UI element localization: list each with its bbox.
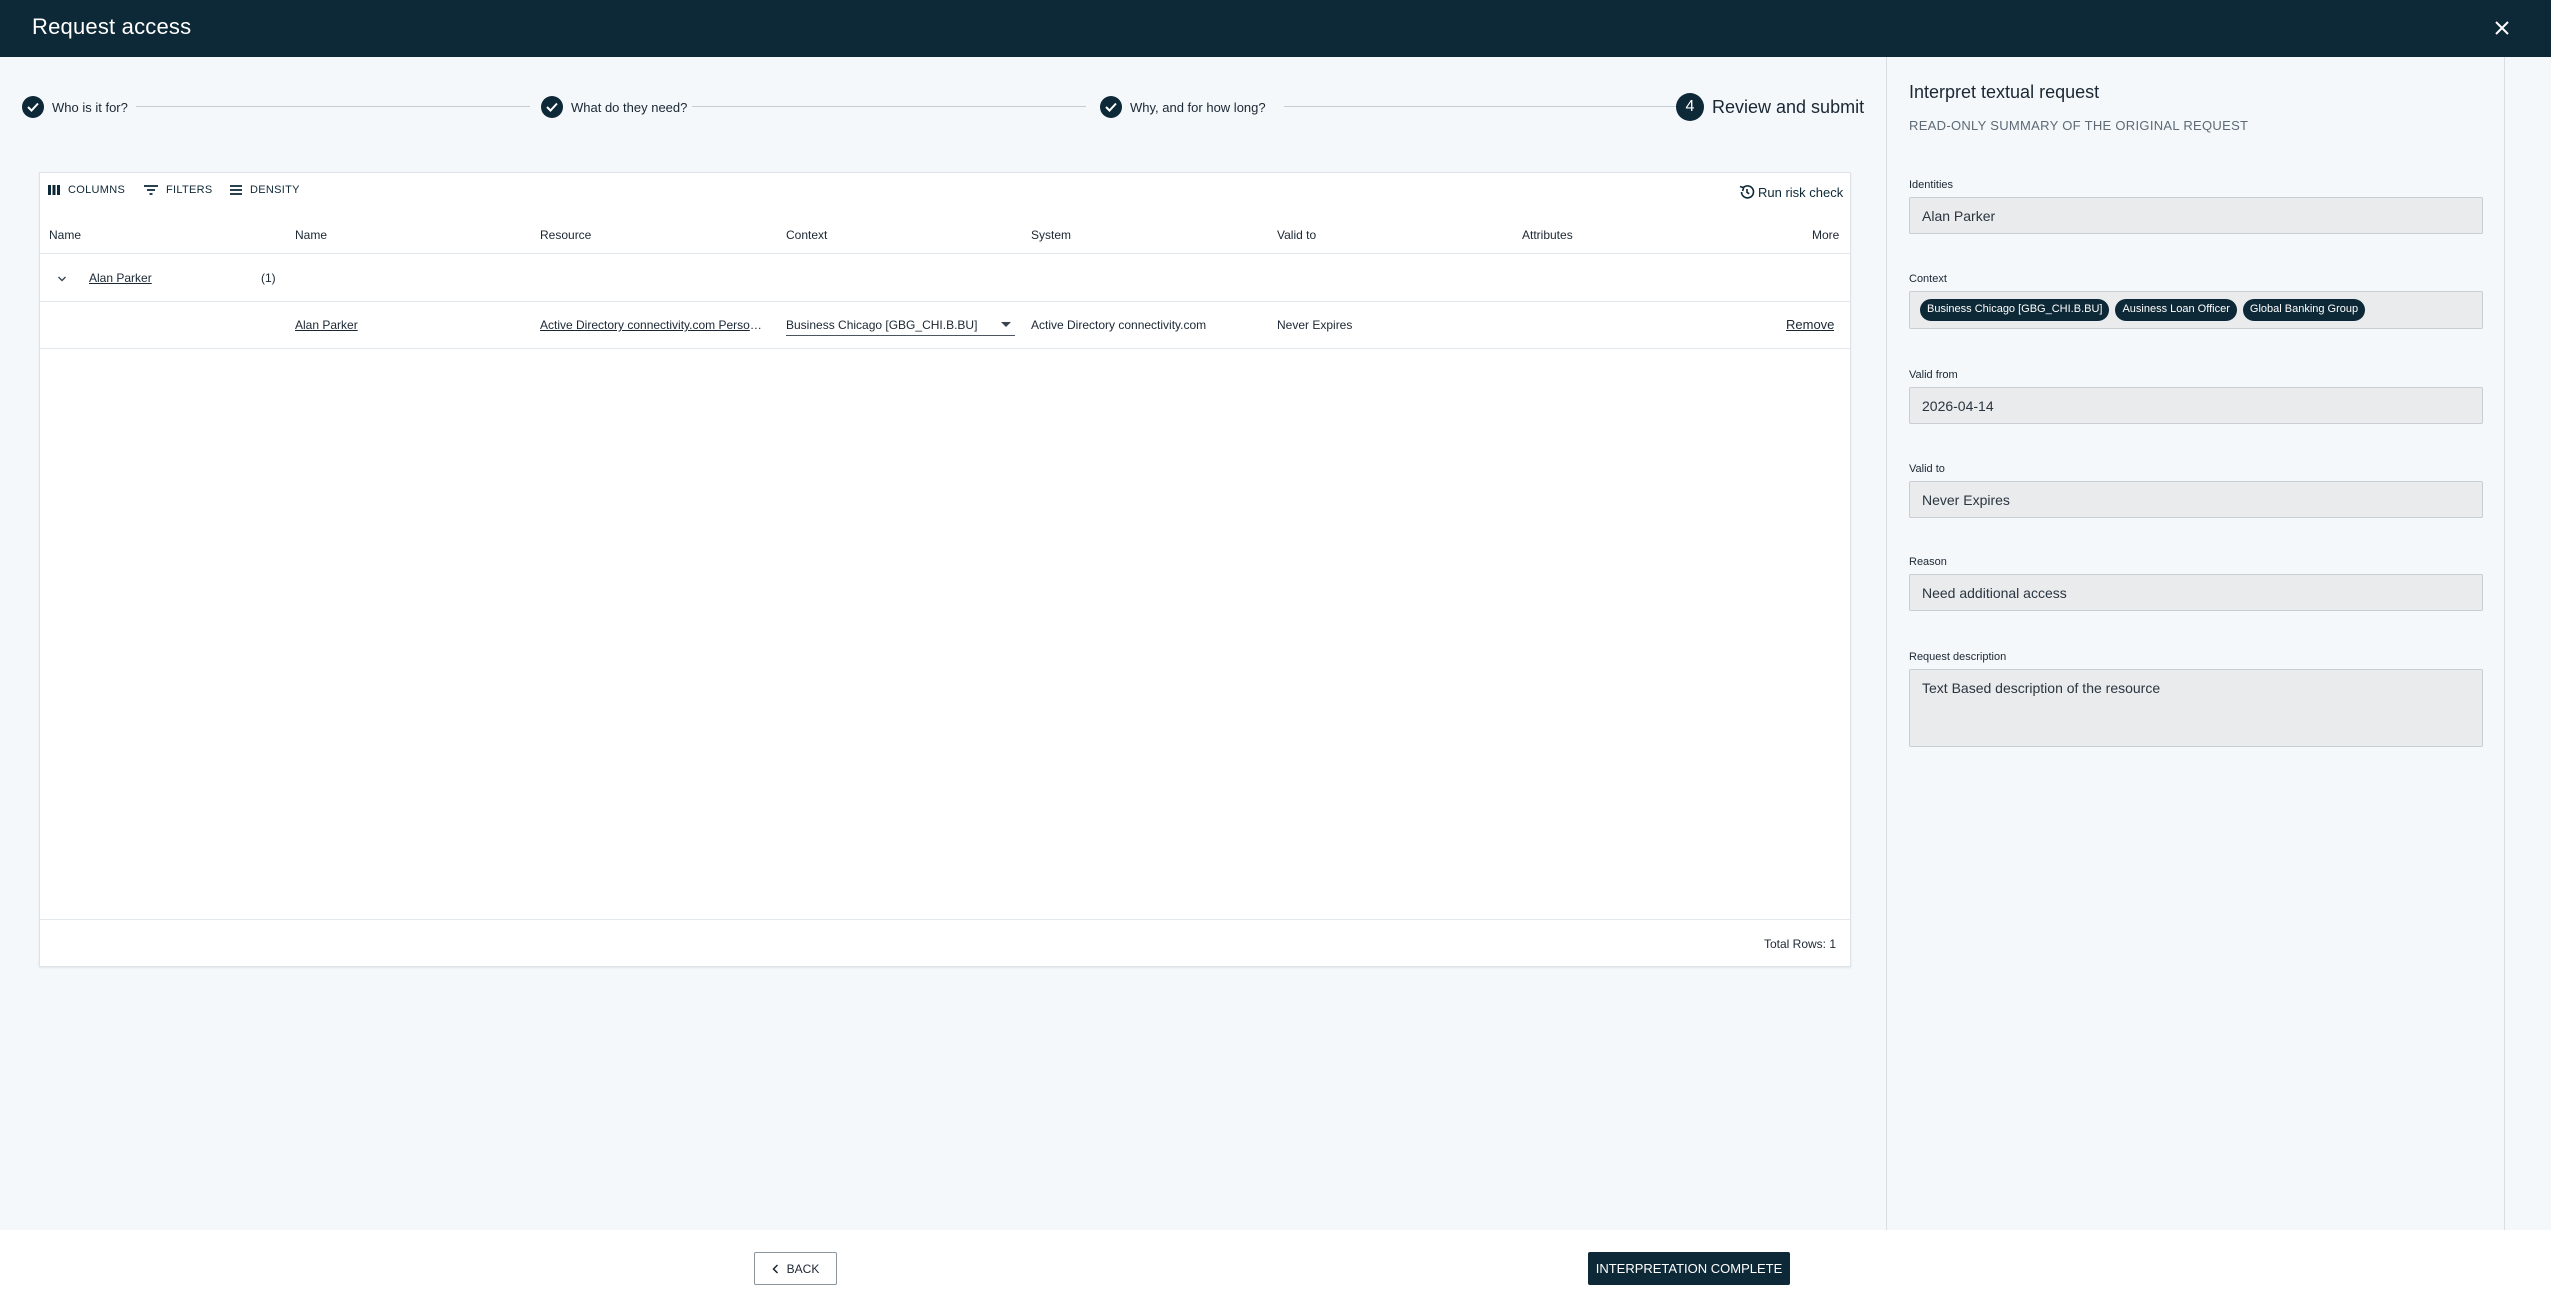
filters-button[interactable]: FILTERS — [144, 184, 213, 196]
step-review[interactable]: 4 Review and submit — [1676, 87, 1864, 127]
request-grid: COLUMNS FILTERS DENSITY Run risk check N… — [39, 172, 1851, 967]
panel-subtitle: READ-ONLY SUMMARY OF THE ORIGINAL REQUES… — [1909, 118, 2249, 133]
column-header-context[interactable]: Context — [786, 228, 827, 242]
total-rows: Total Rows: 1 — [1763, 937, 1836, 951]
chevron-down-icon[interactable] — [57, 272, 67, 286]
column-header-name[interactable]: Name — [49, 228, 81, 242]
close-icon[interactable] — [2488, 14, 2516, 42]
panel-title: Interpret textual request — [1909, 82, 2100, 102]
page-title: Request access — [32, 14, 192, 39]
step-label: Who is it for? — [52, 99, 128, 115]
back-button[interactable]: BACK — [754, 1252, 837, 1285]
check-icon — [22, 96, 44, 118]
group-count: (1) — [261, 271, 276, 285]
chevron-left-icon — [772, 1263, 778, 1274]
context-field: Business Chicago [GBG_CHI.B.BU] Ausiness… — [1909, 291, 2483, 329]
interpret-panel: Interpret textual request READ-ONLY SUMM… — [1886, 57, 2505, 1230]
step-number: 4 — [1676, 93, 1704, 121]
density-button[interactable]: DENSITY — [230, 184, 300, 196]
system-cell: Active Directory connectivity.com — [1031, 318, 1207, 332]
risk-check-label: Run risk check — [1758, 184, 1844, 200]
context-chip: Business Chicago [GBG_CHI.B.BU] — [1920, 299, 2110, 321]
dropdown-arrow-icon — [1001, 322, 1011, 327]
table-row: Alan Parker Active Directory connectivit… — [40, 302, 1850, 349]
context-chip: Ausiness Loan Officer — [2115, 299, 2237, 321]
context-chip: Global Banking Group — [2242, 299, 2366, 321]
check-icon — [1100, 96, 1122, 118]
column-header-attributes[interactable]: Attributes — [1522, 228, 1573, 242]
density-icon — [230, 185, 242, 195]
identity-link[interactable]: Alan Parker — [295, 318, 358, 332]
step-label: Why, and for how long? — [1130, 99, 1266, 115]
valid-to-cell: Never Expires — [1277, 318, 1353, 332]
filters-label: FILTERS — [166, 184, 213, 196]
columns-icon — [48, 185, 60, 195]
step-connector — [692, 106, 1086, 107]
context-label: Context — [1909, 273, 1947, 285]
step-connector — [1284, 106, 1684, 107]
column-header-more[interactable]: More — [1812, 228, 1839, 242]
group-row: Alan Parker (1) — [40, 255, 1850, 302]
remove-link[interactable]: Remove — [1786, 317, 1834, 332]
context-select-value: Business Chicago [GBG_CHI.B.BU] — [786, 317, 978, 332]
columns-button[interactable]: COLUMNS — [48, 184, 125, 196]
column-header-resource[interactable]: Resource — [540, 228, 591, 242]
identities-label: Identities — [1909, 179, 1954, 191]
step-why[interactable]: Why, and for how long? — [1100, 87, 1266, 127]
request-description-label: Request description — [1909, 651, 2007, 663]
grid-header-row: Name Name Resource Context System Valid … — [40, 213, 1850, 254]
reason-field: Need additional access — [1909, 574, 2483, 611]
history-icon — [1739, 185, 1755, 199]
grid-toolbar: COLUMNS FILTERS DENSITY Run risk check — [40, 173, 1850, 213]
main-area: Who is it for? What do they need? Why, a… — [0, 57, 1886, 1230]
identities-field: Alan Parker — [1909, 197, 2483, 234]
action-bar: BACK INTERPRETATION COMPLETE — [0, 1230, 2551, 1293]
reason-label: Reason — [1909, 556, 1947, 568]
valid-from-field: 2026-04-14 — [1909, 387, 2483, 424]
stepper: Who is it for? What do they need? Why, a… — [22, 87, 1867, 127]
column-header-name[interactable]: Name — [295, 228, 327, 242]
step-who[interactable]: Who is it for? — [22, 87, 128, 127]
context-select[interactable]: Business Chicago [GBG_CHI.B.BU] — [786, 314, 1015, 336]
check-icon — [541, 96, 563, 118]
step-connector — [136, 106, 530, 107]
run-risk-check-button[interactable]: Run risk check — [1738, 183, 1843, 201]
grid-footer: Total Rows: 1 — [40, 919, 1850, 967]
step-what[interactable]: What do they need? — [541, 87, 687, 127]
back-label: BACK — [786, 1261, 820, 1276]
filter-icon — [144, 185, 158, 195]
valid-to-label: Valid to — [1909, 463, 1945, 475]
step-label: Review and submit — [1712, 96, 1865, 117]
valid-to-field: Never Expires — [1909, 481, 2483, 518]
interpretation-complete-button[interactable]: INTERPRETATION COMPLETE — [1588, 1252, 1790, 1285]
step-label: What do they need? — [571, 99, 688, 115]
column-header-system[interactable]: System — [1031, 228, 1071, 242]
column-header-valid-to[interactable]: Valid to — [1277, 228, 1316, 242]
resource-link[interactable]: Active Directory connectivity.com Person… — [540, 318, 766, 332]
valid-from-label: Valid from — [1909, 369, 1958, 381]
density-label: DENSITY — [250, 184, 300, 196]
request-description-field: Text Based description of the resource — [1909, 669, 2483, 747]
app-header: Request access — [0, 0, 2551, 57]
group-name-link[interactable]: Alan Parker — [89, 271, 152, 285]
columns-label: COLUMNS — [68, 184, 126, 196]
